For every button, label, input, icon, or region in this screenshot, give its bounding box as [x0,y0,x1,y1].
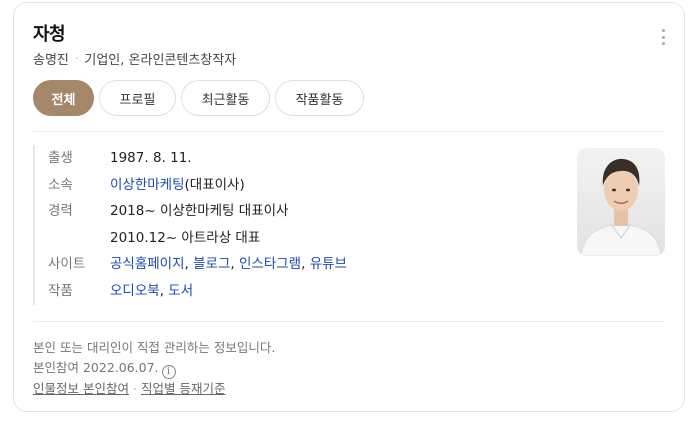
profile-photo-image [577,148,665,256]
participation-date: 본인참여 2022.06.07. [33,359,159,375]
info-row-works: 작품 오디오북, 도서 [35,278,553,305]
divider [33,321,664,322]
registration-criteria-link[interactable]: 직업별 등재기준 [141,381,225,396]
career-item: 2010.12~ 아트라상 대표 [110,229,261,246]
self-participation-link[interactable]: 인물정보 본인참여 [33,381,129,396]
footer-notice: 본인 또는 대리인이 직접 관리하는 정보입니다. 본인참여 2022.06.0… [33,338,275,398]
tab-works[interactable]: 작품활동 [275,80,364,116]
tab-recent-activity[interactable]: 최근활동 [181,80,270,116]
occupation: 기업인, 온라인콘텐츠창작자 [84,53,237,68]
profile-tabs: 전체 프로필 최근활동 작품활동 [33,80,369,116]
info-label: 경력 [48,203,73,220]
info-row-affiliation: 소속 이상한마케팅(대표이사) [35,172,553,199]
real-name: 송명진 [33,53,69,68]
info-list: 출생 1987. 8. 11. 소속 이상한마케팅(대표이사) 경력 2018~… [33,145,553,305]
site-link-official[interactable]: 공식홈페이지 [110,256,185,272]
birth-date: 1987. 8. 11. [110,150,192,166]
affiliation-link[interactable]: 이상한마케팅 [110,177,185,193]
info-row-birth: 출생 1987. 8. 11. [35,145,553,172]
person-subtitle: 송명진 · 기업인, 온라인콘텐츠창작자 [33,49,236,68]
works-link-books[interactable]: 도서 [168,283,193,299]
managed-notice: 본인 또는 대리인이 직접 관리하는 정보입니다. [33,340,276,355]
info-label: 출생 [48,150,73,166]
info-row-sites: 사이트 공식홈페이지, 블로그, 인스타그램, 유튜브 [35,251,553,278]
info-row-career: 경력 2018~ 이상한마케팅 대표이사 [35,198,553,225]
info-label: 작품 [48,282,73,299]
person-name: 자청 [33,24,66,45]
separator-dot: · [132,380,137,396]
info-row-career-2: 2010.12~ 아트라상 대표 [35,225,553,252]
info-circle-icon[interactable]: i [161,364,176,379]
site-link-blog[interactable]: 블로그 [193,256,230,272]
tab-profile[interactable]: 프로필 [99,80,176,116]
separator-dot: · [74,52,79,65]
more-options-icon[interactable] [657,29,669,45]
career-item: 2018~ 이상한마케팅 대표이사 [110,203,289,220]
works-link-audiobook[interactable]: 오디오북 [110,283,160,299]
profile-photo[interactable] [577,148,665,256]
site-link-instagram[interactable]: 인스타그램 [239,256,301,272]
tab-all[interactable]: 전체 [33,80,94,116]
info-label: 사이트 [48,256,86,273]
site-link-youtube[interactable]: 유튜브 [310,256,347,272]
divider [33,131,664,132]
info-label: 소속 [48,176,73,193]
affiliation-role: (대표이사) [184,176,245,193]
